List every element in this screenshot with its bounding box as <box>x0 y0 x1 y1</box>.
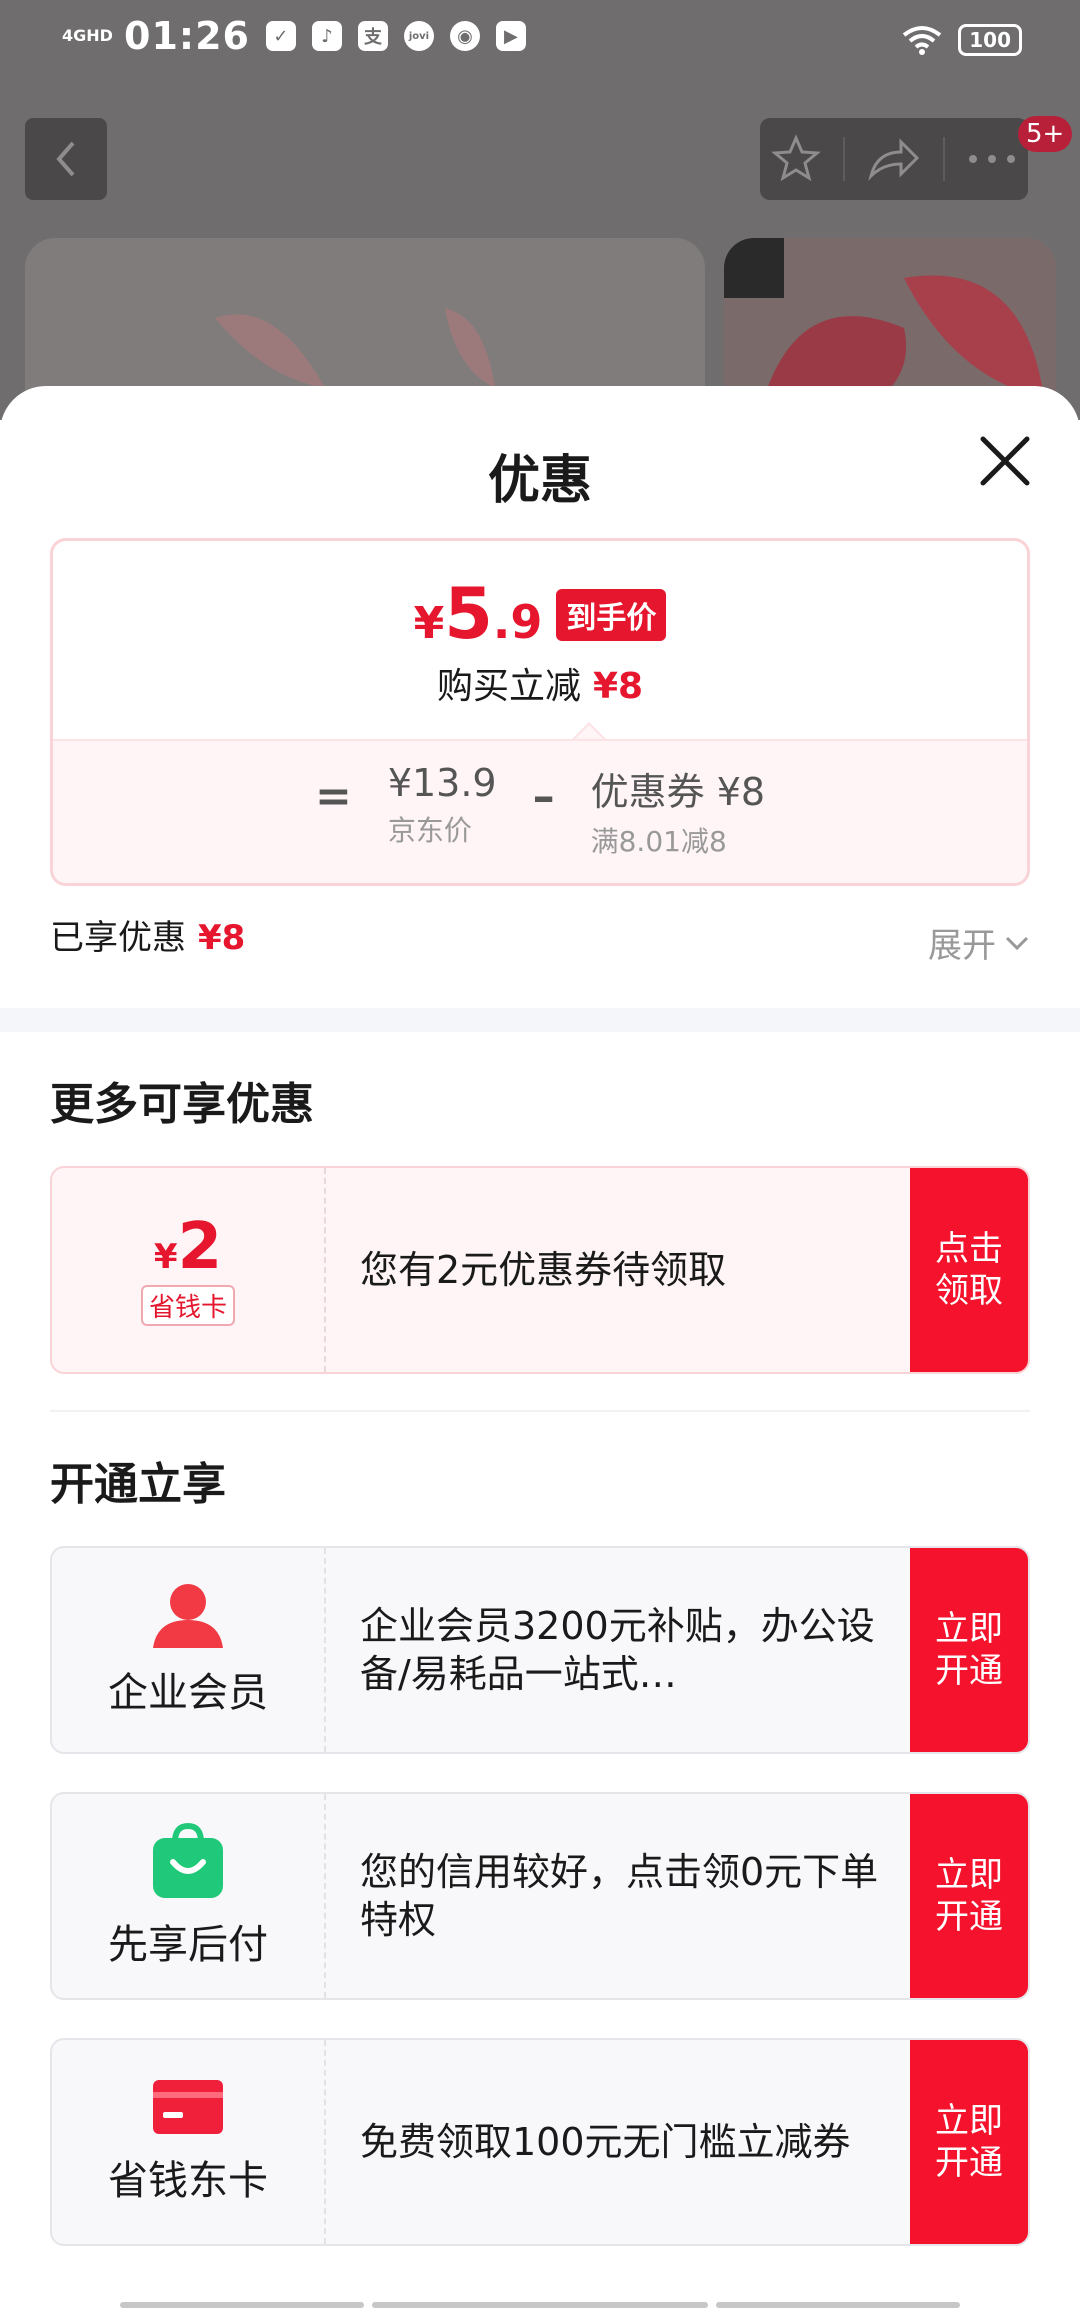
chevron-left-icon <box>56 141 75 177</box>
equals-sign: = <box>314 771 352 822</box>
benefit-description: 企业会员3200元补贴，办公设备/易耗品一站式… <box>360 1604 875 1696</box>
jd-price: ¥13.9 京东价 <box>387 761 497 847</box>
coupon-amount: ¥2 <box>153 1209 223 1284</box>
discount-sheet: 优惠 ¥5.9 到手价 购买立减 ¥8 = ¥13.9 京东价 – 优惠券 ¥8… <box>0 386 1080 2316</box>
benefit-card-savings-card: 省钱东卡 免费领取100元无门槛立减券 立即 开通 <box>50 2038 1030 2246</box>
video-icon: ▶ <box>495 21 526 51</box>
instant-reduction: 购买立减 ¥8 <box>436 666 644 707</box>
enjoyed-discount: 已享优惠 ¥8 <box>50 918 246 958</box>
home-indicator <box>372 2302 708 2308</box>
baidu-icon: ◉ <box>449 21 480 51</box>
expand-button[interactable]: 展开 <box>928 918 1030 967</box>
benefit-description: 免费领取100元无门槛立减券 <box>360 2120 851 2164</box>
divider <box>843 137 845 181</box>
check-icon: ✓ <box>265 21 296 51</box>
price-calculation: = ¥13.9 京东价 – 优惠券 ¥8 满8.01减8 <box>53 761 1027 860</box>
battery-indicator: 100 <box>958 24 1022 56</box>
final-price: ¥5.9 <box>413 573 543 655</box>
close-icon <box>980 436 1030 486</box>
back-button[interactable] <box>25 118 107 200</box>
open-savings-card-button[interactable]: 立即 开通 <box>910 2040 1028 2244</box>
close-button[interactable] <box>975 431 1035 491</box>
home-indicator <box>716 2302 960 2308</box>
minus-sign: – <box>532 771 555 822</box>
user-icon <box>153 1584 223 1648</box>
benefit-name: 先享后付 <box>108 1922 268 1968</box>
benefit-card-pay-later: 先享后付 您的信用较好，点击领0元下单特权 立即 开通 <box>50 1792 1030 2000</box>
open-pay-later-button[interactable]: 立即 开通 <box>910 1794 1028 1998</box>
nav-action-bar <box>760 118 1028 200</box>
star-icon[interactable] <box>771 134 821 184</box>
tiktok-icon: ♪ <box>311 21 342 51</box>
home-indicator <box>120 2302 364 2308</box>
jovi-icon: jovi <box>403 21 434 51</box>
share-icon[interactable] <box>867 136 921 182</box>
coupon-deduction: 优惠券 ¥8 满8.01减8 <box>590 770 766 858</box>
card-icon <box>153 2080 223 2134</box>
shopping-bag-icon <box>153 1822 223 1898</box>
benefit-card-enterprise: 企业会员 企业会员3200元补贴，办公设备/易耗品一站式… 立即 开通 <box>50 1546 1030 1754</box>
chevron-down-icon <box>1005 936 1029 950</box>
section-separator <box>0 1008 1080 1032</box>
background-page: 4GHD 01:26 ✓ ♪ 支 jovi ◉ ▶ 100 5+ <box>0 0 1080 438</box>
price-breakdown-card: ¥5.9 到手价 购买立减 ¥8 = ¥13.9 京东价 – 优惠券 ¥8 满8.… <box>50 538 1030 886</box>
benefit-description: 您的信用较好，点击领0元下单特权 <box>360 1850 879 1942</box>
message-badge: 5+ <box>1018 116 1073 152</box>
open-enterprise-button[interactable]: 立即 开通 <box>910 1548 1028 1752</box>
alipay-icon: 支 <box>357 21 388 51</box>
divider <box>943 137 945 181</box>
more-offers-title: 更多可享优惠 <box>50 1079 314 1130</box>
status-time: 01:26 <box>124 14 250 58</box>
benefit-name: 省钱东卡 <box>108 2158 268 2204</box>
more-icon[interactable] <box>967 153 1017 165</box>
divider <box>50 1410 1030 1412</box>
benefit-name: 企业会员 <box>108 1670 268 1716</box>
final-price-tag: 到手价 <box>556 589 667 641</box>
coupon-offer-card: ¥2 省钱卡 您有2元优惠券待领取 点击 领取 <box>50 1166 1030 1374</box>
wifi-icon <box>903 26 942 55</box>
status-bar: 4GHD 01:26 ✓ ♪ 支 jovi ◉ ▶ 100 <box>0 0 1080 84</box>
coupon-tag: 省钱卡 <box>140 1284 235 1326</box>
network-indicator: 4GHD <box>62 26 113 45</box>
claim-coupon-button[interactable]: 点击 领取 <box>910 1168 1028 1372</box>
coupon-description: 您有2元优惠券待领取 <box>360 1248 727 1292</box>
open-benefits-title: 开通立享 <box>50 1459 226 1510</box>
sheet-title: 优惠 <box>487 451 592 511</box>
